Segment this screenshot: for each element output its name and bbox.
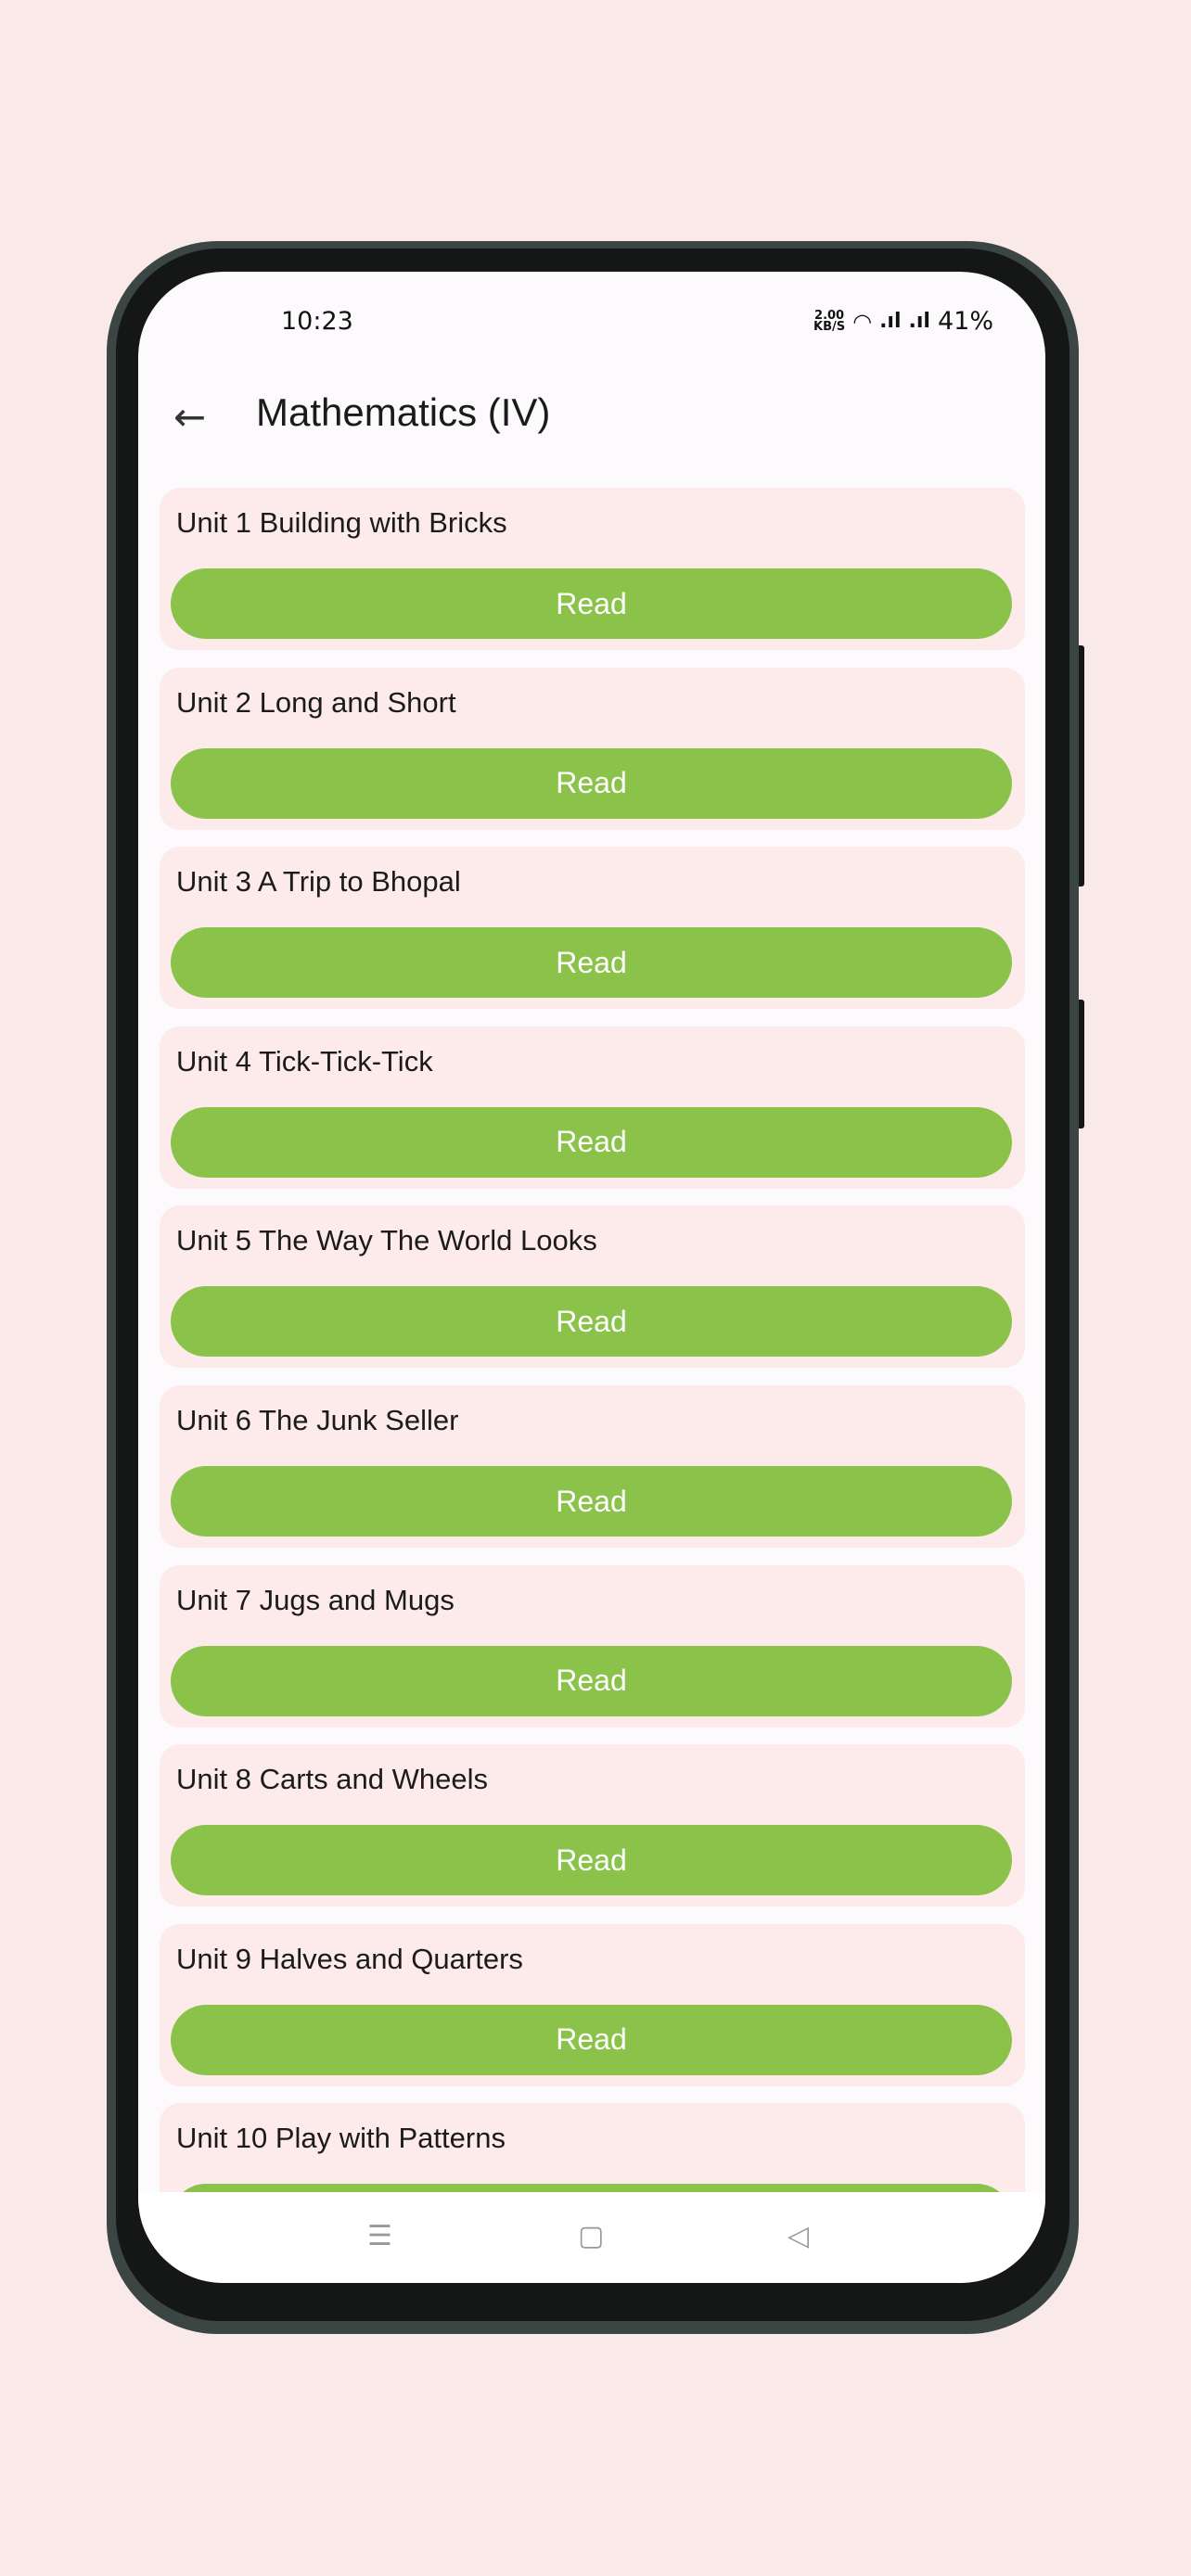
read-button[interactable]: Read	[171, 1825, 1012, 1896]
unit-card: Unit 8 Carts and Wheels Read	[160, 1744, 1025, 1907]
unit-card: Unit 10 Play with Patterns Read	[160, 2103, 1025, 2192]
read-button[interactable]: Read	[171, 1466, 1012, 1537]
unit-card: Unit 7 Jugs and Mugs Read	[160, 1564, 1025, 1728]
read-button[interactable]: Read	[171, 747, 1012, 819]
read-button[interactable]: Read	[171, 1106, 1012, 1178]
status-bar: 10:23 2.00 KB/S ◠ .ıl .ıl 41%	[138, 307, 1045, 344]
unit-title: Unit 6 The Junk Seller	[176, 1404, 459, 1436]
phone-screen: 10:23 2.00 KB/S ◠ .ıl .ıl 41% ← Mathemati…	[138, 272, 1045, 2283]
read-button[interactable]: Read	[171, 2184, 1012, 2192]
unit-card: Unit 9 Halves and Quarters Read	[160, 1923, 1025, 2086]
unit-card: Unit 5 The Way The World Looks Read	[160, 1205, 1025, 1369]
unit-card: Unit 6 The Junk Seller Read	[160, 1385, 1025, 1548]
back-arrow-icon[interactable]: ←	[173, 394, 206, 440]
unit-title: Unit 3 A Trip to Bhopal	[176, 865, 461, 899]
battery-percent: 41%	[937, 307, 993, 336]
speed-unit: KB/S	[813, 319, 846, 334]
unit-card: Unit 3 A Trip to Bhopal Read	[160, 847, 1025, 1010]
unit-list[interactable]: Unit 1 Building with Bricks Read Unit 2 Lo…	[160, 488, 1025, 2192]
recents-icon[interactable]: ☰	[367, 2220, 392, 2252]
page-title: Mathematics (IV)	[256, 390, 551, 434]
unit-card: Unit 2 Long and Short Read	[160, 667, 1025, 830]
unit-title: Unit 8 Carts and Wheels	[176, 1763, 488, 1796]
read-button[interactable]: Read	[171, 1645, 1012, 1716]
unit-title: Unit 9 Halves and Quarters	[176, 1942, 523, 1975]
read-button[interactable]: Read	[171, 568, 1012, 639]
app-bar: ← Mathematics (IV)	[138, 383, 1045, 444]
home-icon[interactable]: ▢	[578, 2220, 604, 2252]
read-button[interactable]: Read	[171, 1286, 1012, 1358]
system-nav-bar: ☰ ▢ ◁	[138, 2192, 1045, 2283]
read-button[interactable]: Read	[171, 2004, 1012, 2075]
status-time: 10:23	[281, 307, 353, 336]
back-nav-icon[interactable]: ◁	[788, 2220, 809, 2252]
unit-title: Unit 5 The Way The World Looks	[176, 1224, 597, 1257]
wifi-icon: ◠	[852, 308, 873, 335]
signal-icon: .ıl	[879, 310, 902, 333]
unit-title: Unit 4 Tick-Tick-Tick	[176, 1044, 433, 1078]
unit-title: Unit 2 Long and Short	[176, 685, 456, 719]
network-speed: 2.00 KB/S	[813, 310, 846, 334]
unit-title: Unit 10 Play with Patterns	[176, 2122, 506, 2155]
read-button[interactable]: Read	[171, 927, 1012, 999]
unit-title: Unit 1 Building with Bricks	[176, 506, 507, 539]
unit-title: Unit 7 Jugs and Mugs	[176, 1583, 455, 1616]
unit-card: Unit 4 Tick-Tick-Tick Read	[160, 1026, 1025, 1189]
unit-card: Unit 1 Building with Bricks Read	[160, 488, 1025, 650]
signal-icon-2: .ıl	[908, 310, 930, 333]
